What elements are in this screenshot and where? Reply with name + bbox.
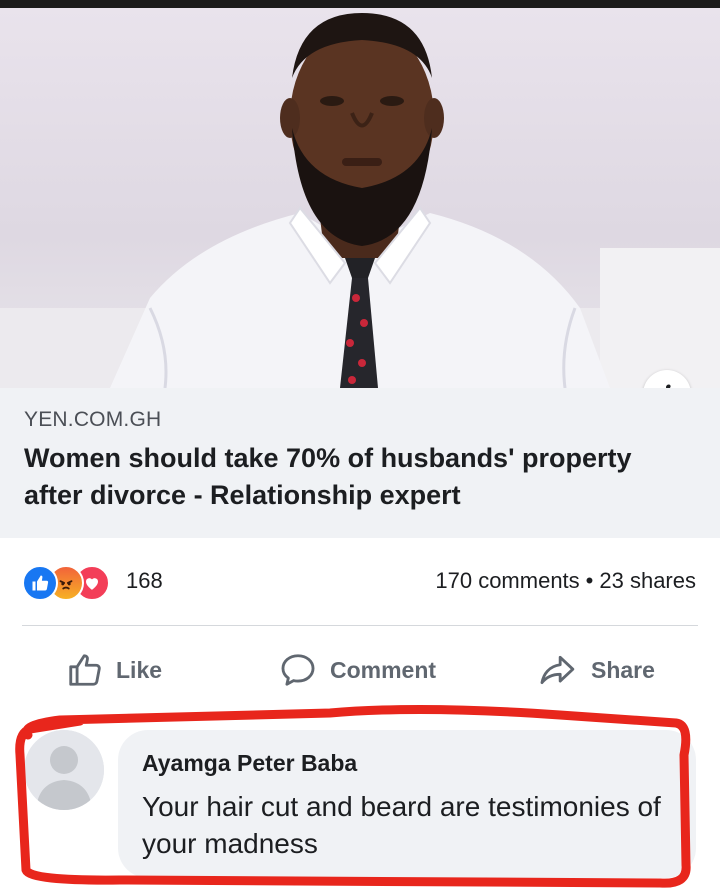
share-label: Share [591, 656, 655, 683]
comment-item: Ayamga Peter Baba Your hair cut and bear… [0, 716, 720, 892]
like-icon [22, 565, 58, 601]
link-preview[interactable]: YEN.COM.GH Women should take 70% of husb… [0, 388, 720, 538]
top-bar [0, 0, 720, 8]
post-actions: Like Comment Share [0, 640, 720, 700]
comment-bubble: Ayamga Peter Baba Your hair cut and bear… [118, 730, 696, 878]
thumbs-up-icon [69, 654, 101, 686]
avatar[interactable] [24, 730, 104, 810]
share-arrow-icon [540, 655, 575, 685]
comment-text: Your hair cut and beard are testimonies … [142, 791, 661, 859]
comment-label: Comment [330, 656, 437, 683]
share-button[interactable]: Share [535, 650, 655, 690]
engagement-bar: 168 170 comments • 23 shares [0, 560, 720, 604]
link-domain: YEN.COM.GH [24, 408, 162, 431]
shares-count[interactable]: 23 shares [599, 568, 696, 593]
comment-author[interactable]: Ayamga Peter Baba [142, 750, 357, 777]
separator-dot: • [585, 568, 594, 593]
comment-share-counts: 170 comments • 23 shares [435, 568, 696, 594]
divider [22, 625, 698, 626]
like-label: Like [116, 656, 163, 683]
comment-button[interactable]: Comment [278, 650, 436, 690]
man-portrait-illustration [0, 13, 720, 388]
link-headline[interactable]: Women should take 70% of husbands' prope… [24, 440, 694, 514]
comment-icon [281, 654, 315, 686]
like-button[interactable]: Like [66, 650, 162, 690]
article-image[interactable]: i [0, 8, 720, 388]
reaction-count[interactable]: 168 [126, 568, 163, 594]
default-user-icon [24, 730, 104, 810]
comments-count[interactable]: 170 comments [435, 568, 579, 593]
